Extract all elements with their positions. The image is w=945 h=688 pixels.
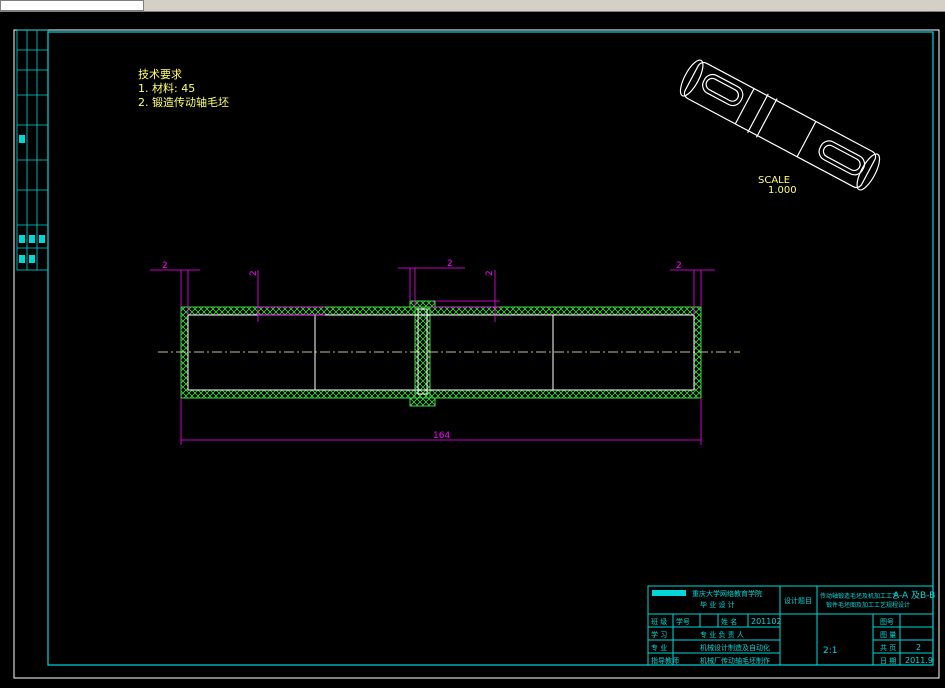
school-name: 重庆大学网络教育学院: [692, 589, 762, 598]
side-revision-table: [16, 29, 49, 271]
isometric-shaft-view: [679, 59, 881, 191]
drawing-canvas[interactable]: 技术要求 1. 材料: 45 2. 锻造传动轴毛坯 SCALE 1.000 2 …: [0, 12, 945, 684]
dim-top-left: 2: [162, 261, 168, 271]
dim-top-center: 2: [447, 259, 453, 269]
r4-value: 机械厂传动轴毛坯制作: [700, 656, 770, 665]
r3-value: 机械设计制造及自动化: [700, 643, 770, 652]
side-table-marks: [19, 135, 45, 263]
shaft-section: [158, 300, 740, 407]
design-topic-label: 设计题目: [784, 596, 812, 605]
r2-label: 学 习: [651, 630, 667, 639]
r2-value: 专 业 负 责 人: [700, 630, 744, 639]
r1-student-id: 学号: [676, 617, 690, 626]
dim-overall: 164: [433, 431, 450, 441]
command-input[interactable]: [0, 0, 144, 11]
topic-text: 传动轴锻造毛坯及机加工工艺: [820, 592, 898, 600]
scale-value: 1.000: [768, 185, 797, 196]
toolbar: [0, 0, 945, 12]
dim-top-right: 2: [676, 261, 682, 271]
right-r4-label: 日 期: [880, 657, 896, 665]
sheet-count: 2: [916, 643, 921, 652]
scale-note: SCALE 1.000: [758, 175, 797, 196]
right-r3-label: 共 页: [880, 643, 896, 652]
dim-step-right: 2: [485, 270, 495, 276]
r1-label: 班 级: [651, 617, 667, 626]
topic-sub: 锻件毛坯图及加工工艺规程设计: [826, 601, 910, 609]
subtitle: 毕 业 设 计: [700, 600, 735, 609]
r3-label: 专 业: [651, 643, 667, 652]
date-value: 2011.9: [905, 656, 933, 665]
section-label: A-A 及B-B: [893, 590, 935, 601]
dim-step-left: 2: [249, 270, 259, 276]
tech-line-2: 2. 锻造传动轴毛坯: [138, 95, 229, 109]
r4-label: 指导教师: [651, 656, 679, 665]
tech-title: 技术要求: [138, 68, 182, 81]
r1-class-code: 201102: [751, 617, 782, 626]
technical-requirements: 技术要求 1. 材料: 45 2. 锻造传动轴毛坯: [138, 68, 229, 109]
drawing-scale: 2:1: [823, 646, 837, 656]
r1-name: 姓 名: [721, 617, 737, 626]
right-r1-label: 图号: [880, 618, 894, 626]
right-r2-label: 图 量: [880, 631, 896, 639]
tech-line-1: 1. 材料: 45: [138, 81, 195, 95]
